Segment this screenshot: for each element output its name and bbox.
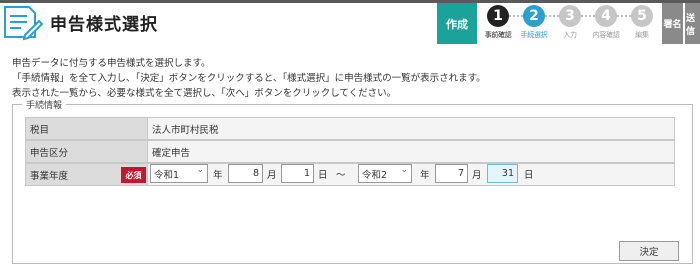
start-month-unit: 月 [267, 170, 277, 181]
step-3-label: 入力 [563, 31, 577, 39]
fiscal-year-row: 事業年度 必須 [25, 163, 675, 186]
end-day-unit: 日 [524, 170, 534, 181]
document-edit-icon [4, 6, 43, 41]
end-month-unit: 月 [472, 170, 482, 181]
end-month-input[interactable]: 31 [487, 164, 518, 183]
fiscal-year-label: 事業年度 [30, 170, 69, 182]
description-line-1: 申告データに付与する申告様式を選択します。 [12, 58, 211, 69]
start-year-input[interactable]: 8 [228, 164, 263, 183]
fiscal-year-label-cell: 事業年度 必須 [26, 164, 148, 185]
end-era-value: 令和2 [362, 169, 388, 181]
start-year-unit: 年 [213, 170, 223, 181]
tax-item-label: 税目 [26, 118, 148, 139]
tax-item-value: 法人市町村民税 [148, 118, 674, 139]
chevron-down-icon: ⌄ [196, 165, 204, 175]
required-badge: 必須 [121, 167, 146, 183]
step-5: 5 編集 [623, 5, 661, 40]
step-create-tab[interactable]: 作成 [437, 3, 477, 44]
start-month-input[interactable]: 1 [281, 164, 314, 183]
sign-button[interactable]: 署名 [662, 3, 683, 44]
start-era-select[interactable]: 令和1 ⌄ [150, 164, 208, 183]
step-4-number: 4 [595, 5, 617, 27]
step-1-number: 1 [487, 5, 509, 27]
start-era-value: 令和1 [154, 169, 180, 181]
step-2-label: 手続選択 [520, 31, 548, 39]
tax-item-row: 税目 法人市町村民税 [25, 117, 675, 140]
step-4: 4 内容確認 [587, 5, 625, 40]
description-line-3: 表示された一覧から、必要な様式を全て選択し、「次へ」ボタンをクリックしてください… [12, 88, 397, 99]
description-line-2: 「手続情報」を全て入力し、「決定」ボタンをクリックすると、「様式選択」に申告様式… [12, 73, 486, 84]
step-2-number: 2 [523, 5, 545, 27]
decide-button[interactable]: 決定 [619, 241, 679, 261]
send-button[interactable]: 送信 [685, 3, 700, 44]
start-day-unit: 日 [318, 170, 328, 181]
step-2: 2 手続選択 [515, 5, 553, 40]
declaration-type-value: 確定申告 [148, 141, 674, 162]
end-era-select[interactable]: 令和2 ⌄ [358, 164, 412, 183]
end-year-unit: 年 [420, 170, 430, 181]
step-4-label: 内容確認 [592, 31, 620, 39]
range-separator: 〜 [336, 170, 346, 181]
step-1-label: 事前確認 [484, 31, 512, 39]
step-3: 3 入力 [551, 5, 589, 40]
step-5-label: 編集 [635, 31, 649, 39]
procedure-legend: 手続情報 [22, 98, 67, 111]
step-3-number: 3 [559, 5, 581, 27]
end-year-input[interactable]: 7 [435, 164, 468, 183]
page-title: 申告様式選択 [50, 15, 158, 35]
declaration-type-row: 申告区分 確定申告 [25, 140, 675, 163]
chevron-down-icon: ⌄ [400, 165, 408, 175]
step-1: 1 事前確認 [479, 5, 517, 40]
declaration-type-label: 申告区分 [26, 141, 148, 162]
step-5-number: 5 [631, 5, 653, 27]
